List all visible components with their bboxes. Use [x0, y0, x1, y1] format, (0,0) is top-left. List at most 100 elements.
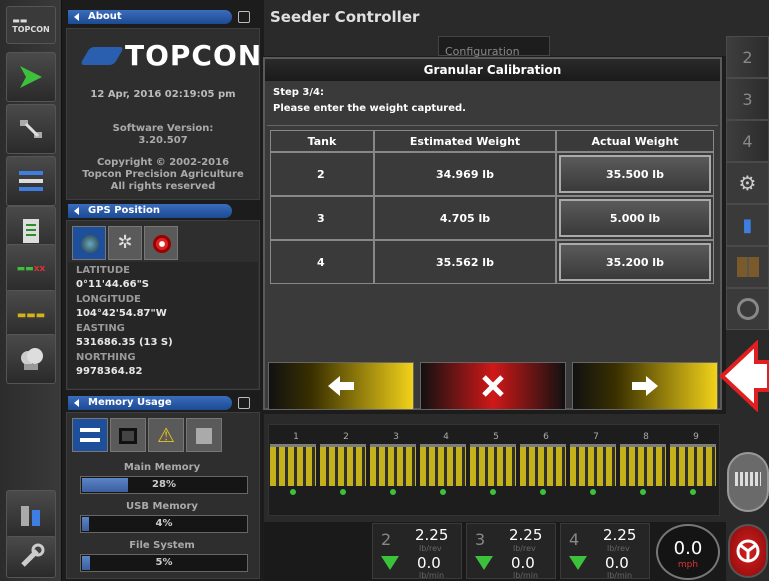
memory-tab-warnings[interactable]: ⚠ — [148, 418, 184, 452]
section-switch-icon — [735, 472, 761, 486]
version-label: Software Version: — [112, 123, 214, 134]
section-number: 2 — [343, 432, 349, 442]
satellite-button[interactable] — [6, 104, 56, 154]
section-row-unit[interactable] — [370, 444, 416, 486]
close-icon — [482, 375, 504, 397]
weather-button[interactable] — [6, 334, 56, 384]
divider — [267, 125, 718, 126]
tank-icon — [21, 506, 40, 526]
section-row-unit[interactable] — [320, 444, 366, 486]
section-row-unit[interactable] — [620, 444, 666, 486]
section-number: 3 — [393, 432, 399, 442]
operator-tab[interactable]: ▮ — [726, 204, 769, 246]
version-value: 3.20.507 — [138, 135, 188, 146]
about-panel: TOPCON 12 Apr, 2016 02:19:05 pm Software… — [66, 28, 261, 200]
tanks-button[interactable] — [6, 490, 56, 540]
master-section-switch[interactable] — [727, 452, 769, 512]
section-number: 5 — [493, 432, 499, 442]
navigation-button[interactable] — [6, 52, 56, 102]
row-tank: 4 — [270, 240, 374, 284]
implement-button[interactable]: ▬▬▬ — [6, 290, 56, 340]
section-number: 7 — [593, 432, 599, 442]
granular-calibration-dialog: Granular Calibration Step 3/4: Please en… — [263, 57, 722, 410]
maximize-icon[interactable] — [238, 397, 250, 409]
speedometer: 0.0 mph — [656, 524, 720, 580]
monitor-icon — [119, 428, 137, 444]
section-number: 9 — [693, 432, 699, 442]
tank-rate-display[interactable]: 3 2.25 lb/rev 0.0 lb/min — [466, 523, 556, 580]
actual-weight-input[interactable]: 5.000 lb — [559, 199, 711, 237]
tank-rate-display[interactable]: 2 2.25 lb/rev 0.0 lb/min — [372, 523, 462, 580]
target-rate: 2.25 — [603, 526, 637, 544]
settings-tab[interactable]: ⚙ — [726, 162, 769, 204]
section-status-icon: ▬▬xx — [16, 264, 46, 274]
copyright-line-3: All rights reserved — [110, 181, 216, 192]
settings-button[interactable] — [6, 536, 56, 578]
memory-tab-storage[interactable] — [186, 418, 222, 452]
globe-icon — [81, 235, 99, 253]
copyright-line-1: Copyright © 2002-2016 — [96, 157, 230, 168]
flow-rate: 0.0 — [605, 554, 629, 572]
memory-tab-display[interactable] — [110, 418, 146, 452]
satellite-icon: ✲ — [117, 232, 133, 253]
flow-unit: lb/min — [419, 571, 445, 580]
actual-weight-input[interactable]: 35.200 lb — [559, 243, 711, 281]
section-row-unit[interactable] — [520, 444, 566, 486]
about-panel-title[interactable]: About — [68, 10, 232, 24]
step-label: Step 3/4: — [273, 87, 324, 98]
master-switch-button[interactable] — [728, 524, 768, 578]
tab-tank-2[interactable]: 2 — [726, 36, 769, 78]
gps-tab-globe[interactable] — [72, 226, 106, 260]
memory-panel-title[interactable]: Memory Usage — [68, 396, 232, 410]
diagnostics-tab[interactable] — [726, 288, 769, 330]
target-icon — [153, 235, 171, 253]
tank-number: 3 — [475, 530, 486, 549]
cancel-button[interactable] — [420, 362, 566, 410]
tab-tank-3[interactable]: 3 — [726, 78, 769, 120]
gears-icon: ⚙ — [738, 171, 757, 195]
document-icon — [23, 219, 39, 243]
list-bars-icon — [80, 428, 100, 442]
topcon-home-button[interactable]: ▬▬ TOPCON — [6, 6, 56, 44]
maximize-icon[interactable] — [238, 11, 250, 23]
tab-tank-4[interactable]: 4 — [726, 120, 769, 162]
gps-tab-satellite[interactable]: ✲ — [108, 226, 142, 260]
actual-weight-input[interactable]: 35.500 lb — [559, 155, 711, 193]
tank-rate-display[interactable]: 4 2.25 lb/rev 0.0 lb/min — [560, 523, 650, 580]
memory-tab-list[interactable] — [72, 418, 108, 452]
longitude-label: LONGITUDE — [76, 294, 141, 305]
gps-panel-title[interactable]: GPS Position — [68, 204, 232, 218]
section-row-unit[interactable] — [420, 444, 466, 486]
section-row-unit[interactable] — [570, 444, 616, 486]
main-memory-bar: 28% — [80, 476, 248, 494]
section-row-unit[interactable] — [670, 444, 716, 486]
gauge-icon — [736, 298, 759, 320]
target-rate: 2.25 — [415, 526, 449, 544]
usb-memory-bar: 4% — [80, 515, 248, 533]
main-header: Seeder Controller Configuration — [264, 0, 726, 58]
usb-memory-label: USB Memory — [126, 501, 198, 512]
field-tab[interactable] — [726, 246, 769, 288]
main-memory-value: 28% — [152, 479, 176, 490]
section-status-dot — [390, 489, 396, 495]
section-row-unit[interactable] — [470, 444, 516, 486]
hopper-icon — [381, 556, 399, 570]
gps-tab-target[interactable] — [144, 226, 178, 260]
topcon-swoosh-icon — [79, 47, 125, 65]
wrench-icon — [21, 543, 45, 567]
pointer-arrow-icon — [719, 340, 769, 412]
section-status-dot — [690, 489, 696, 495]
next-button[interactable] — [572, 362, 718, 410]
longitude-value: 104°42'54.87"W — [76, 308, 167, 319]
file-system-value: 5% — [155, 557, 173, 568]
column-header-tank: Tank — [270, 130, 374, 152]
usb-memory-value: 4% — [155, 518, 173, 529]
configuration-tab[interactable]: Configuration — [438, 36, 550, 58]
flow-unit: lb/min — [513, 571, 539, 580]
rate-unit: lb/rev — [607, 544, 630, 553]
section-row-unit[interactable] — [270, 444, 316, 486]
back-button[interactable] — [268, 362, 414, 410]
sections-button[interactable]: ▬▬xx — [6, 244, 56, 294]
layers-button[interactable] — [6, 156, 56, 206]
rate-unit: lb/rev — [513, 544, 536, 553]
